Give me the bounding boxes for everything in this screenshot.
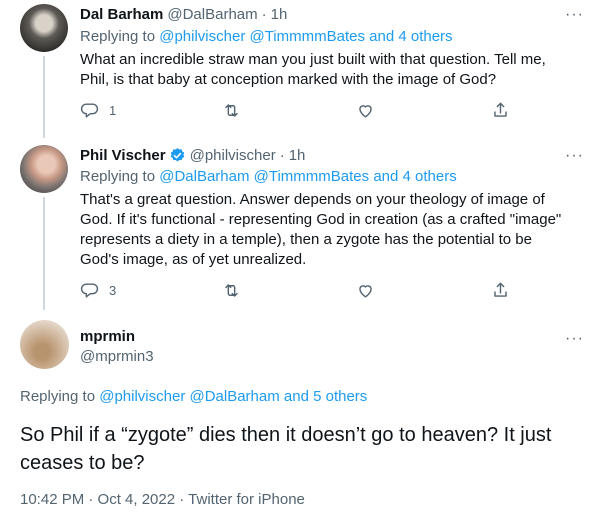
share-icon — [494, 282, 507, 297]
share-icon — [494, 102, 507, 117]
like-button[interactable] — [356, 101, 385, 120]
author-name[interactable]: Dal Barham — [80, 6, 163, 23]
author-name[interactable]: mprmin — [80, 328, 135, 345]
replying-to: Replying to @philvischer @TimmmmBates an… — [80, 28, 453, 45]
tweet-text: That's a great question. Answer depends … — [80, 191, 562, 268]
tweet-text: So Phil if a “zygote” dies then it doesn… — [20, 424, 552, 474]
reply-button[interactable]: 1 — [80, 101, 116, 120]
source-app[interactable]: Twitter for iPhone — [188, 491, 305, 508]
more-icon[interactable]: ··· — [565, 148, 584, 164]
replying-to-label: Replying to — [80, 168, 160, 185]
author-name[interactable]: Phil Vischer — [80, 147, 166, 164]
tweet-text: What an incredible straw man you just bu… — [80, 51, 546, 88]
dot-separator: · — [261, 6, 267, 23]
reply-count: 1 — [109, 103, 117, 118]
author-handle[interactable]: @philvischer — [190, 147, 276, 164]
more-icon[interactable]: ··· — [565, 331, 584, 347]
retweet-button[interactable] — [222, 101, 251, 120]
dot-separator: · — [279, 147, 285, 164]
reply-count: 3 — [109, 283, 117, 298]
tweet-header: Phil Vischer @philvischer · 1h — [80, 147, 305, 164]
retweet-button[interactable] — [222, 281, 251, 300]
thread-connector — [43, 197, 45, 310]
replying-to-label: Replying to — [80, 28, 160, 45]
verified-badge-icon — [170, 148, 184, 162]
timestamp[interactable]: 10:42 PM · Oct 4, 2022 · — [20, 491, 188, 508]
share-button[interactable] — [491, 281, 510, 300]
like-icon — [359, 105, 373, 118]
retweet-icon — [225, 104, 238, 117]
like-icon — [359, 285, 373, 298]
action-bar: 3 — [80, 281, 510, 300]
reply-button[interactable]: 3 — [80, 281, 116, 300]
share-button[interactable] — [491, 101, 510, 120]
more-icon[interactable]: ··· — [565, 7, 584, 23]
timestamp[interactable]: 1h — [289, 147, 306, 164]
replying-to: Replying to @philvischer @DalBarham and … — [20, 388, 367, 405]
retweet-icon — [225, 284, 238, 297]
replying-to-handles[interactable]: @philvischer @TimmmmBates and 4 others — [159, 28, 452, 45]
timestamp[interactable]: 1h — [271, 6, 288, 23]
reply-icon — [80, 283, 99, 298]
tweet-meta: 10:42 PM · Oct 4, 2022 · Twitter for iPh… — [20, 491, 305, 508]
replying-to-label: Replying to — [20, 388, 100, 405]
avatar[interactable] — [20, 145, 68, 193]
thread-connector — [43, 56, 45, 138]
action-bar: 1 — [80, 101, 510, 120]
replying-to: Replying to @DalBarham @TimmmmBates and … — [80, 168, 457, 185]
replying-to-handles[interactable]: @DalBarham @TimmmmBates and 4 others — [159, 168, 457, 185]
like-button[interactable] — [356, 281, 385, 300]
author-handle[interactable]: @DalBarham — [167, 6, 257, 23]
avatar[interactable] — [20, 4, 68, 52]
reply-icon — [80, 103, 99, 118]
avatar[interactable] — [20, 320, 69, 369]
author-handle[interactable]: @mprmin3 — [80, 348, 154, 365]
replying-to-handles[interactable]: @philvischer @DalBarham and 5 others — [99, 388, 367, 405]
tweet-header: Dal Barham @DalBarham · 1h — [80, 6, 287, 23]
